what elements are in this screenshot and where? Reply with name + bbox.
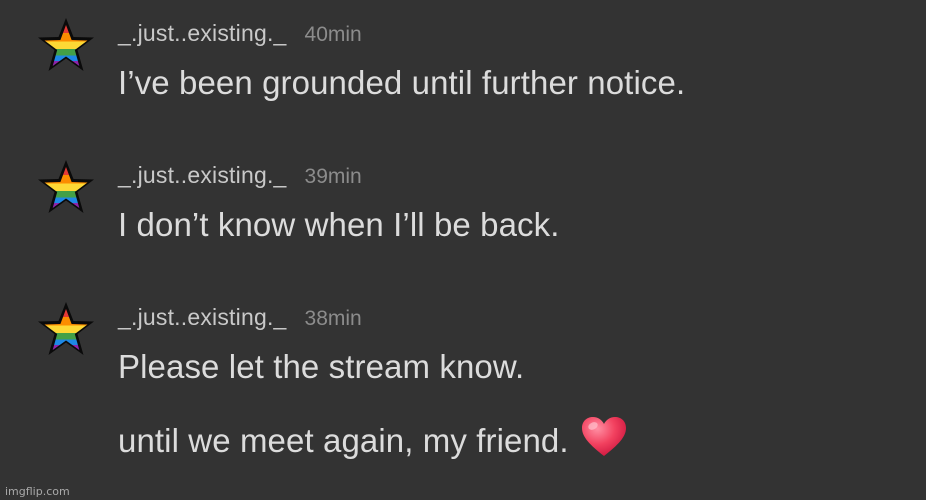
avatar[interactable]	[36, 158, 96, 216]
avatar[interactable]	[36, 16, 96, 74]
rainbow-star-icon	[38, 18, 94, 71]
heart-icon	[581, 416, 627, 458]
message-text: Please let the stream know.	[118, 348, 525, 385]
timestamp: 38min	[304, 307, 362, 330]
message-text: I’ve been grounded until further notice.	[118, 64, 686, 101]
timestamp: 40min	[304, 23, 362, 46]
comment-meta: _.just..existing._ 40min	[118, 20, 362, 47]
username[interactable]: _.just..existing._	[118, 20, 287, 46]
comment-feed: _.just..existing._ 40min I’ve been ground…	[0, 0, 926, 500]
comment-meta: _.just..existing._ 39min	[118, 162, 362, 189]
rainbow-star-icon	[38, 160, 94, 213]
watermark: imgflip.com	[5, 485, 70, 498]
message-text-with-heart: until we meet again, my friend.	[118, 416, 627, 460]
rainbow-star-icon	[38, 302, 94, 355]
message-text: I don’t know when I’ll be back.	[118, 206, 560, 243]
message-text: until we meet again, my friend.	[118, 422, 569, 459]
comment-meta: _.just..existing._ 38min	[118, 304, 362, 331]
username[interactable]: _.just..existing._	[118, 162, 287, 188]
timestamp: 39min	[304, 165, 362, 188]
username[interactable]: _.just..existing._	[118, 304, 287, 330]
avatar[interactable]	[36, 300, 96, 358]
